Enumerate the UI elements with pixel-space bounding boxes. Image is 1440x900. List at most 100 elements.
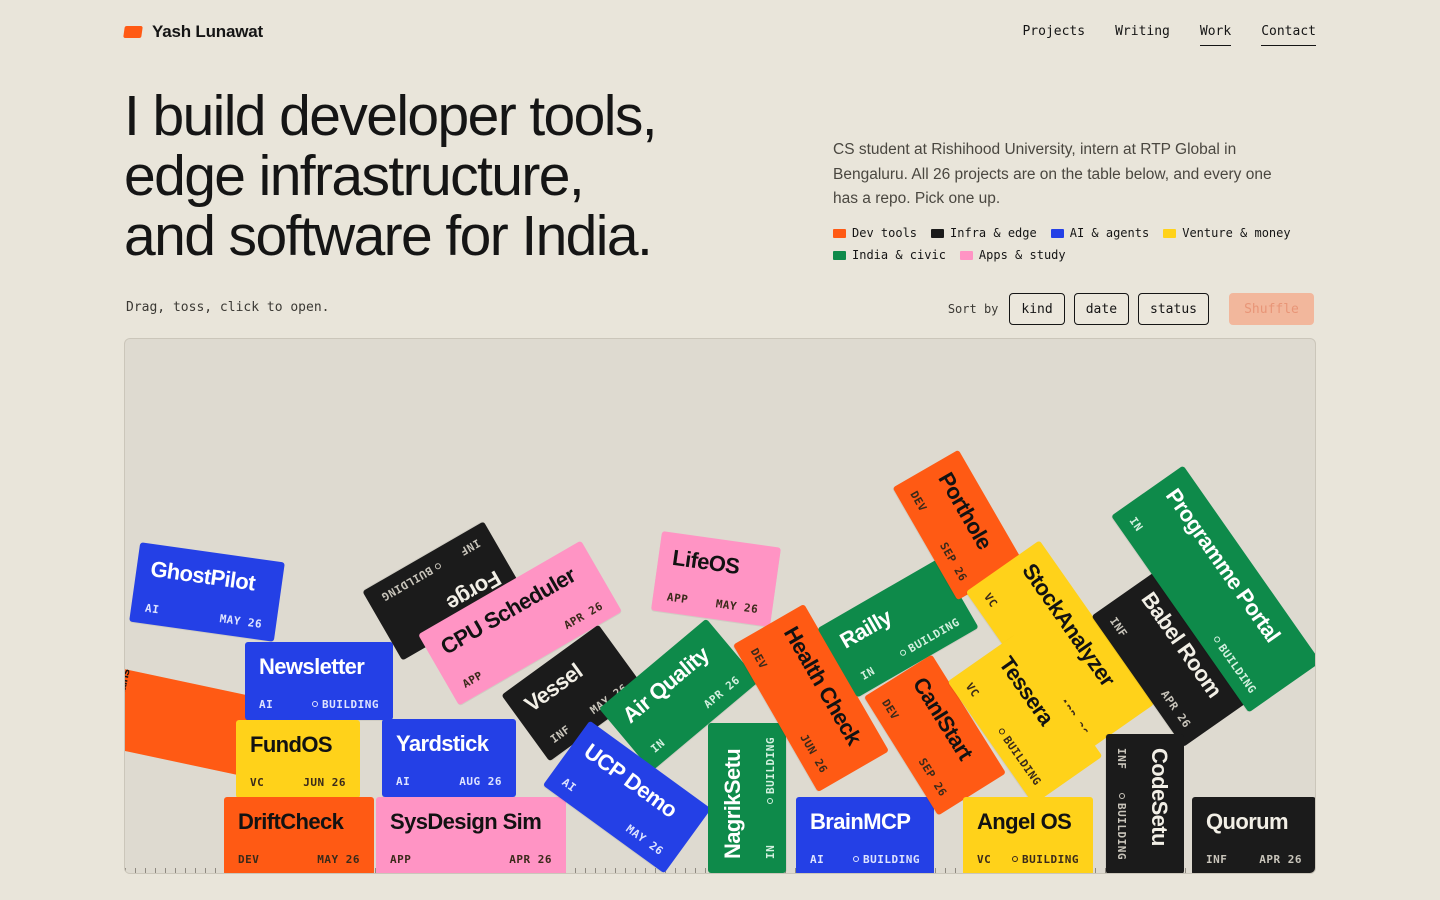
sort-status-button[interactable]: status	[1138, 293, 1209, 325]
brand-logo-icon	[123, 26, 143, 38]
card-right-label: MAY 26	[317, 853, 360, 866]
legend-swatch	[931, 228, 945, 238]
nav-link-contact[interactable]: Contact	[1261, 24, 1316, 46]
brand[interactable]: Yash Lunawat	[123, 22, 263, 42]
card-title: LifeOS	[670, 544, 742, 579]
project-card-sysdesign-sim[interactable]: SysDesign Sim APP APR 26	[376, 797, 566, 873]
card-date: MAY 26	[219, 612, 263, 631]
card-date: MAY 26	[317, 853, 360, 866]
card-status: BUILDING	[764, 737, 777, 804]
card-kind: INF	[1106, 614, 1130, 640]
card-right-label: BUILDING	[906, 615, 962, 656]
card-kind: IN	[1126, 514, 1146, 534]
card-title: Angel OS	[977, 809, 1072, 834]
card-meta: AI MAY 26	[144, 602, 263, 631]
card-title: Newsletter	[259, 654, 365, 679]
card-kind: APP	[666, 590, 690, 607]
project-table[interactable]: GhostPilot AI MAY 26 Subdomains DEV MAY 26 New…	[124, 338, 1316, 874]
project-card-ghostpilot[interactable]: GhostPilot AI MAY 26	[129, 542, 285, 642]
legend-label: AI & agents	[1069, 226, 1150, 240]
card-meta: IN BUILDING	[764, 737, 777, 859]
card-kind: AI	[144, 601, 161, 617]
card-right-label: SEP 26	[915, 755, 950, 799]
project-card-driftcheck[interactable]: DriftCheck DEV MAY 26	[224, 797, 374, 873]
card-date: APR 26	[1158, 688, 1193, 730]
project-card-fundos[interactable]: FundOS VC JUN 26	[236, 720, 360, 798]
card-kind: VC	[962, 680, 982, 700]
project-card-quorum[interactable]: Quorum INF APR 26	[1192, 797, 1315, 873]
card-kind: VC	[250, 776, 265, 789]
status-dot-icon	[898, 648, 908, 657]
card-date: APR 26	[1259, 853, 1302, 866]
sort-toolbar: Sort by kind date status Shuffle	[948, 293, 1314, 325]
card-date: JUN 26	[797, 732, 830, 776]
card-right-label: BUILDING	[1022, 853, 1079, 866]
card-right-label: APR 26	[1158, 687, 1194, 731]
card-right-label: MAY 26	[623, 822, 666, 858]
project-card-angel-os[interactable]: Angel OS VC BUILDING	[963, 797, 1093, 873]
project-card-yardstick[interactable]: Yardstick AI AUG 26	[382, 719, 516, 797]
card-meta: AI BUILDING	[259, 698, 379, 711]
card-status: BUILDING	[853, 853, 920, 866]
card-kind: AI	[396, 775, 411, 788]
sort-date-button[interactable]: date	[1073, 293, 1130, 325]
project-card-lifeos[interactable]: LifeOS APP MAY 26	[651, 531, 781, 627]
status-dot-icon	[433, 562, 443, 571]
card-kind: AI	[559, 775, 579, 795]
card-kind: DEV	[907, 488, 930, 514]
legend-swatch	[1163, 228, 1177, 238]
main-nav: Projects Writing Work Contact	[1022, 24, 1316, 46]
card-kind: DEV	[238, 853, 260, 866]
card-right-label: APR 26	[701, 673, 743, 711]
card-status: BUILDING	[1115, 793, 1128, 860]
card-date: MAY 26	[715, 597, 759, 616]
legend-item-india-civic: India & civic	[833, 248, 946, 262]
nav-link-work[interactable]: Work	[1199, 24, 1232, 46]
interaction-hint: Drag, toss, click to open.	[126, 300, 330, 315]
nav-link-projects[interactable]: Projects	[1022, 24, 1085, 46]
intro-text: CS student at Rishihood University, inte…	[833, 141, 1272, 207]
project-card-brainmcp[interactable]: BrainMCP AI BUILDING	[796, 797, 934, 873]
headline-line-2: edge infrastructure,	[124, 144, 585, 208]
card-date: MAY 26	[624, 822, 666, 858]
card-meta: DEV MAY 26	[238, 853, 360, 866]
status-dot-icon	[997, 727, 1007, 736]
card-kind: INF	[547, 722, 573, 746]
card-kind: DEV	[879, 697, 902, 723]
card-title: FundOS	[250, 732, 333, 757]
nav-link-writing[interactable]: Writing	[1115, 24, 1170, 46]
card-kind: AI	[810, 853, 825, 866]
card-kind: VC	[981, 590, 1001, 610]
shuffle-button[interactable]: Shuffle	[1229, 293, 1314, 325]
legend-item-venture-money: Venture & money	[1163, 226, 1291, 240]
card-meta: AI BUILDING	[810, 853, 920, 866]
card-title: DriftCheck	[238, 809, 344, 834]
card-right-label: JUN 26	[303, 776, 346, 789]
card-kind: AI	[259, 698, 274, 711]
card-title: Subdomains	[124, 667, 133, 736]
card-date: APR 26	[509, 853, 552, 866]
card-kind: VC	[977, 853, 992, 866]
card-status: BUILDING	[897, 616, 962, 661]
legend-label: Infra & edge	[950, 226, 1037, 240]
status-dot-icon	[767, 797, 773, 804]
page-headline: I build developer tools, edge infrastruc…	[124, 86, 784, 266]
card-right-label: MAY 26	[218, 612, 263, 631]
card-kind: INF	[1206, 853, 1228, 866]
card-status: BUILDING	[995, 726, 1044, 788]
card-meta: INF APR 26	[1206, 853, 1302, 866]
sort-kind-button[interactable]: kind	[1009, 293, 1065, 325]
legend-label: Venture & money	[1182, 226, 1291, 240]
legend-item-dev-tools: Dev tools	[833, 226, 917, 240]
status-dot-icon	[312, 701, 319, 707]
card-kind: APP	[460, 668, 486, 691]
project-card-nagriksetu[interactable]: NagrikSetu IN BUILDING	[708, 723, 786, 873]
project-card-codesetu[interactable]: CodeSetu INF BUILDING	[1106, 734, 1184, 873]
card-date: SEP 26	[916, 756, 950, 799]
project-card-newsletter[interactable]: Newsletter AI BUILDING	[245, 642, 393, 720]
card-right-label: APR 26	[1259, 853, 1302, 866]
card-meta: APP APR 26	[390, 853, 552, 866]
legend-swatch	[1050, 228, 1064, 238]
legend-item-ai-agents: AI & agents	[1050, 226, 1150, 240]
legend-label: Dev tools	[852, 226, 918, 240]
